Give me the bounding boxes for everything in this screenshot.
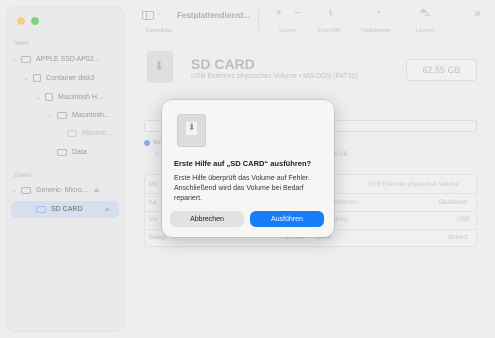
run-button[interactable]: Ausführen (250, 211, 324, 227)
external-drive-icon: ⬇ (177, 114, 206, 147)
download-arrow-icon: ⬇ (188, 122, 196, 132)
cancel-button[interactable]: Abbrechen (170, 211, 244, 227)
dialog-title: Erste Hilfe auf „SD CARD“ ausführen? (174, 159, 312, 168)
dialog-message: Erste Hilfe überprüft das Volume auf Feh… (174, 175, 310, 202)
first-aid-dialog: ⬇ Erste Hilfe auf „SD CARD“ ausführen? E… (162, 100, 334, 237)
